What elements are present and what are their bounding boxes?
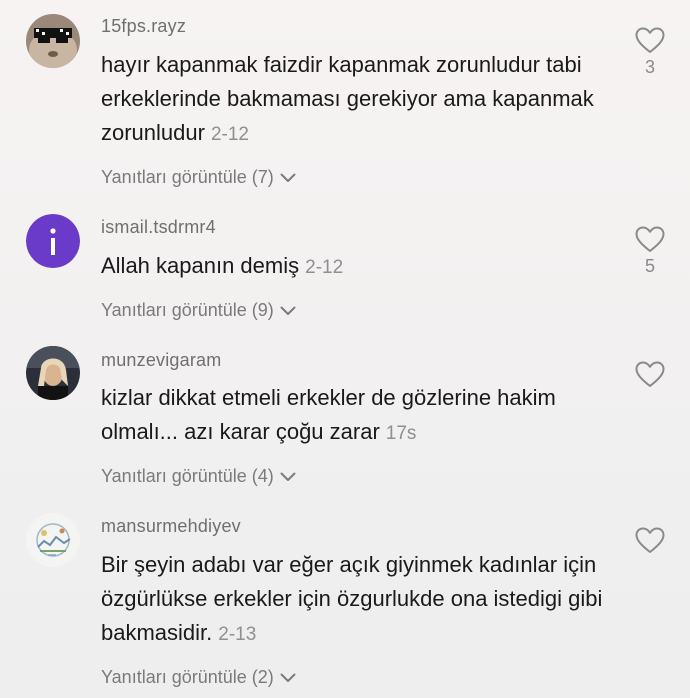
chevron-down-icon	[280, 306, 296, 315]
view-replies-label: Yanıtları görüntüle (2)	[101, 667, 274, 687]
like-button[interactable]	[634, 361, 666, 388]
comment-text-content: Bir şeyin adabı var eğer açık giyinmek k…	[101, 552, 603, 645]
like-button[interactable]	[634, 527, 666, 554]
view-replies-label: Yanıtları görüntüle (7)	[101, 167, 274, 187]
view-replies-label: Yanıtları görüntüle (4)	[101, 466, 274, 486]
comment-timestamp: 2-13	[218, 624, 257, 645]
heart-icon	[635, 527, 665, 553]
heart-icon	[635, 27, 665, 53]
comment-text: Allah kapanın demiş 2-12	[101, 249, 621, 285]
chevron-down-icon	[280, 673, 296, 682]
comment-text: hayır kapanmak faizdir kapanmak zorunlud…	[101, 48, 621, 152]
like-count: 5	[644, 256, 655, 276]
view-replies-button[interactable]: Yanıtları görüntüle (7)	[101, 167, 296, 188]
comment-username[interactable]: 15fps.rayz	[101, 16, 186, 37]
heart-icon	[635, 361, 665, 387]
sunglasses-cat-avatar-icon	[26, 14, 80, 68]
comment-text-content: kizlar dikkat etmeli erkekler de gözleri…	[101, 385, 556, 444]
comment-text-content: hayır kapanmak faizdir kapanmak zorunlud…	[101, 52, 594, 145]
avatar[interactable]	[26, 346, 80, 400]
comment-timestamp: 2-12	[210, 124, 249, 145]
like-button[interactable]: 5	[634, 226, 666, 277]
photo-avatar-icon	[26, 346, 80, 400]
avatar[interactable]	[26, 214, 80, 268]
avatar[interactable]	[26, 513, 80, 567]
chevron-down-icon	[280, 173, 296, 182]
avatar[interactable]	[26, 14, 80, 68]
comment-username[interactable]: munzevigaram	[101, 350, 221, 371]
comment-username[interactable]: mansurmehdiyev	[101, 516, 241, 537]
heart-icon	[635, 226, 665, 252]
like-count: 3	[644, 57, 655, 77]
comment-timestamp: 2-12	[305, 257, 344, 278]
illustration-avatar-icon	[26, 513, 80, 567]
view-replies-label: Yanıtları görüntüle (9)	[101, 300, 274, 320]
like-button[interactable]: 3	[634, 27, 666, 78]
comment-username[interactable]: ismail.tsdrmr4	[101, 217, 216, 238]
comment-text: Bir şeyin adabı var eğer açık giyinmek k…	[101, 548, 621, 652]
comment-text: kizlar dikkat etmeli erkekler de gözleri…	[101, 381, 621, 451]
view-replies-button[interactable]: Yanıtları görüntüle (4)	[101, 466, 296, 487]
view-replies-button[interactable]: Yanıtları görüntüle (2)	[101, 667, 296, 688]
letter-avatar-icon	[26, 214, 80, 268]
comment-timestamp: 17s	[385, 423, 417, 444]
comment-text-content: Allah kapanın demiş	[101, 253, 300, 278]
view-replies-button[interactable]: Yanıtları görüntüle (9)	[101, 300, 296, 321]
chevron-down-icon	[280, 472, 296, 481]
